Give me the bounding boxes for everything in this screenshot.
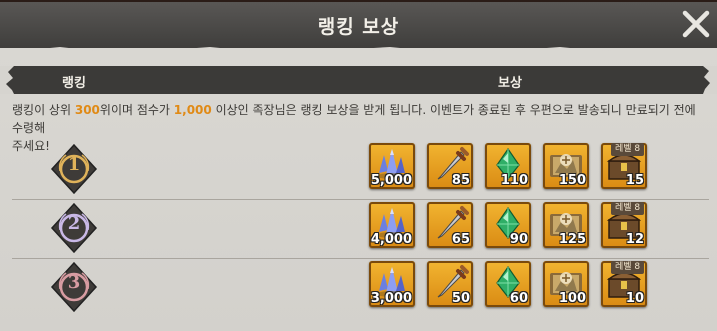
torn-edge [0,47,717,54]
reward-row: 2 4,000 65 90 125 레벨 8 12 [0,200,717,258]
item-quantity: 3,000 [370,291,412,306]
item-quantity: 60 [509,291,528,306]
item-quantity: 5,000 [370,173,412,188]
title-bar: 랭킹 보상 [0,0,717,48]
reward-item[interactable]: 4,000 [369,202,415,248]
item-quantity: 50 [451,291,470,306]
item-quantity: 100 [558,291,586,306]
reward-column-header: 보상 [498,76,522,91]
item-quantity: 150 [558,173,586,188]
reward-item[interactable]: 50 [427,261,473,307]
rank-limit-highlight: 300 [74,103,100,117]
item-quantity: 15 [625,173,644,188]
reward-item[interactable]: 90 [485,202,531,248]
reward-item[interactable]: 60 [485,261,531,307]
item-quantity: 110 [500,173,528,188]
reward-row: 3 3,000 50 60 100 레벨 8 10 [0,259,717,317]
item-quantity: 10 [625,291,644,306]
reward-item[interactable]: 레벨 8 12 [601,202,647,248]
item-quantity: 12 [625,232,644,247]
reward-item[interactable]: 레벨 8 10 [601,261,647,307]
rank-number: 3 [67,272,81,293]
item-quantity: 4,000 [370,232,412,247]
table-header: 랭킹 보상 [0,66,717,94]
score-min-highlight: 1,000 [173,103,212,117]
close-icon [682,10,710,38]
level-badge: 레벨 8 [611,143,645,156]
reward-item[interactable]: 150 [543,143,589,189]
rank-column-header: 랭킹 [62,76,86,91]
reward-item[interactable]: 100 [543,261,589,307]
reward-item[interactable]: 3,000 [369,261,415,307]
reward-item[interactable]: 110 [485,143,531,189]
ranking-reward-dialog: 랭킹 보상 랭킹 보상 랭킹이 상위 300위이며 점수가 1,000 이상인 … [0,0,717,331]
rank-number: 2 [67,213,81,234]
reward-item[interactable]: 65 [427,202,473,248]
close-button[interactable] [681,9,711,39]
item-quantity: 125 [558,232,586,247]
rank-number: 1 [67,154,81,175]
item-quantity: 85 [451,173,470,188]
reward-item[interactable]: 125 [543,202,589,248]
item-quantity: 90 [509,232,528,247]
reward-item[interactable]: 레벨 8 15 [601,143,647,189]
dialog-title: 랭킹 보상 [317,16,400,38]
level-badge: 레벨 8 [611,202,645,215]
reward-item[interactable]: 5,000 [369,143,415,189]
item-quantity: 65 [451,232,470,247]
level-badge: 레벨 8 [611,261,645,274]
reward-item[interactable]: 85 [427,143,473,189]
reward-row: 1 5,000 85 110 150 레벨 8 15 [0,141,717,199]
